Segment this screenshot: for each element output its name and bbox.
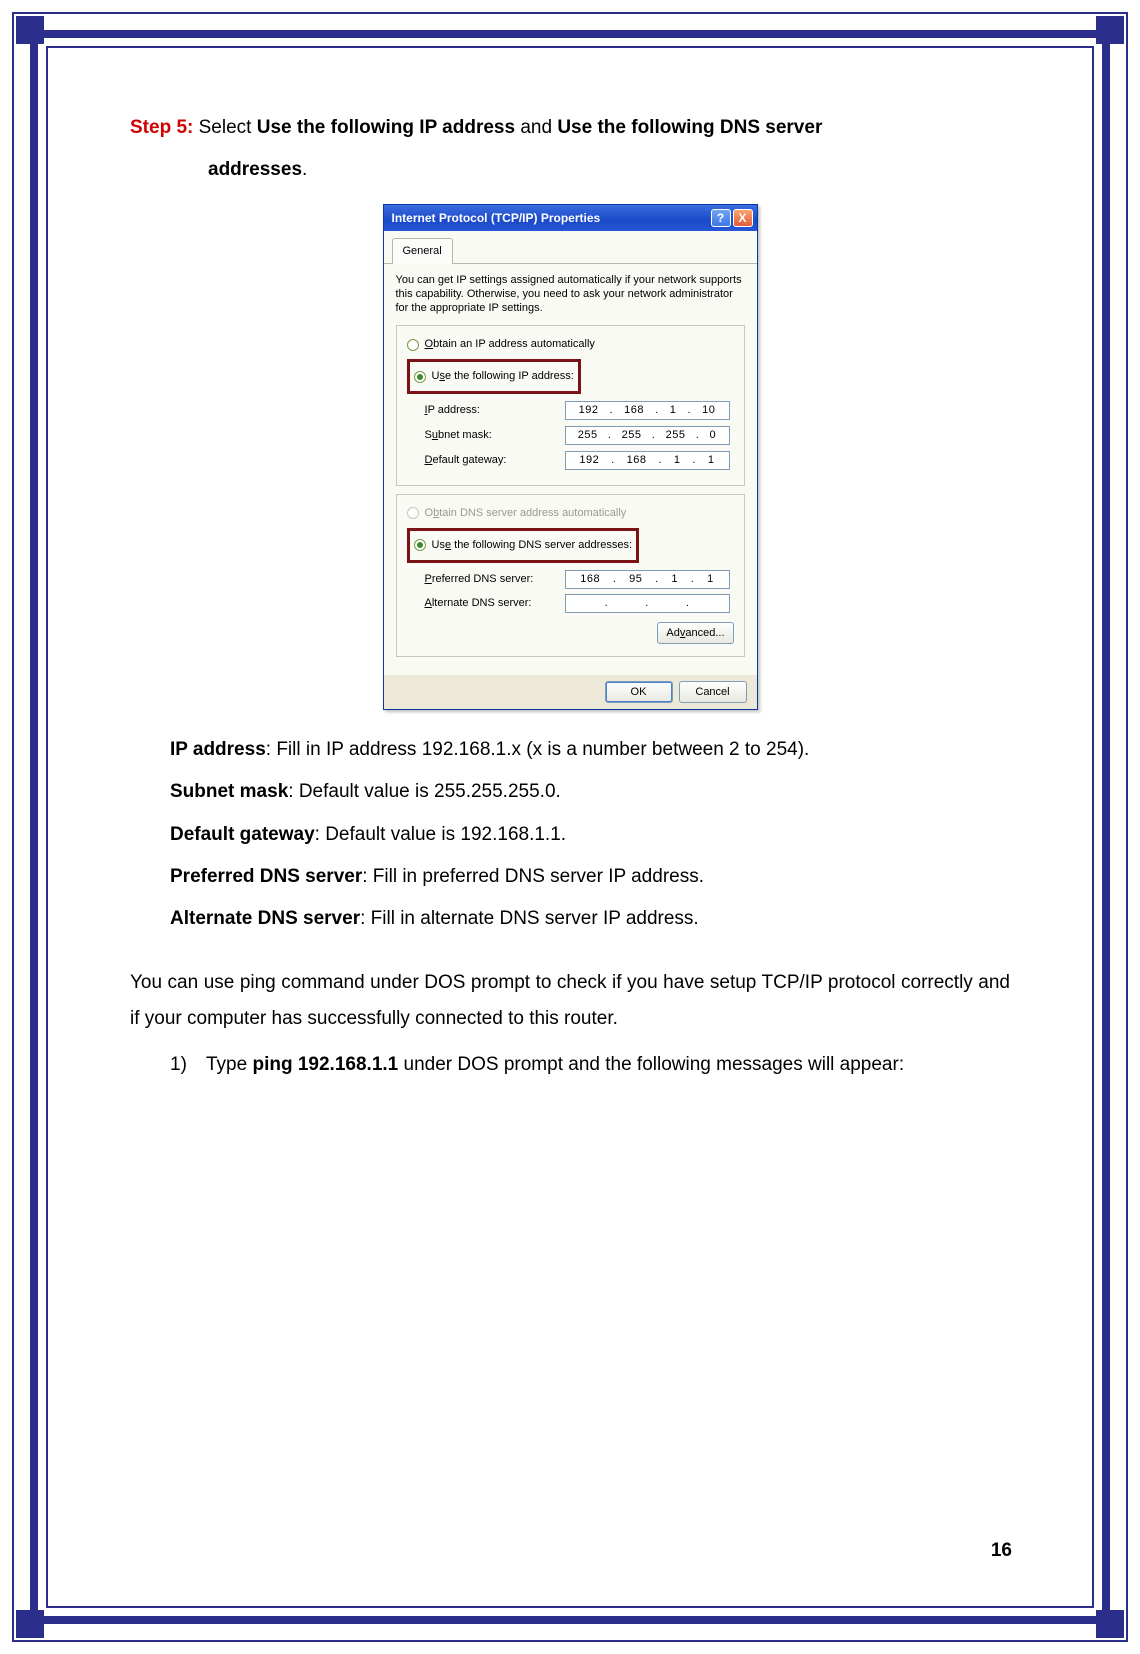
- ping-paragraph: You can use ping command under DOS promp…: [130, 965, 1010, 1037]
- field-descriptions: IP address: Fill in IP address 192.168.1…: [130, 732, 1010, 936]
- step-instruction: Step 5: Select Use the following IP addr…: [130, 110, 1010, 146]
- page-number: 16: [991, 1540, 1012, 1562]
- label-pref-dns: Preferred DNS server:: [425, 569, 565, 590]
- step-instruction-cont: addresses.: [130, 152, 1010, 188]
- alt-dns-input[interactable]: . . .: [565, 594, 730, 613]
- subnet-mask-input[interactable]: 255. 255. 255. 0: [565, 426, 730, 445]
- radio-obtain-dns-auto: Obtain DNS server address automatically: [407, 501, 734, 526]
- label-subnet-mask: Subnet mask:: [425, 425, 565, 446]
- highlight-use-ip: Use the following IP address:: [407, 359, 581, 394]
- radio-use-dns[interactable]: Use the following DNS server addresses:: [414, 533, 633, 558]
- step-label: Step 5:: [130, 117, 193, 138]
- corner-square: [16, 16, 44, 44]
- radio-label: Use the following DNS server addresses:: [432, 535, 633, 556]
- close-button[interactable]: X: [733, 209, 753, 227]
- help-button[interactable]: ?: [711, 209, 731, 227]
- corner-square: [16, 1610, 44, 1638]
- dialog-title: Internet Protocol (TCP/IP) Properties: [392, 207, 709, 230]
- tab-general[interactable]: General: [392, 238, 453, 264]
- corner-square: [1096, 1610, 1124, 1638]
- radio-icon: [407, 507, 419, 519]
- radio-use-ip[interactable]: Use the following IP address:: [414, 364, 574, 389]
- radio-icon: [414, 539, 426, 551]
- tcpip-properties-dialog: Internet Protocol (TCP/IP) Properties ? …: [383, 204, 758, 710]
- radio-icon: [414, 371, 426, 383]
- radio-icon: [407, 339, 419, 351]
- radio-obtain-ip-auto[interactable]: Obtain an IP address automatically: [407, 332, 734, 357]
- ip-address-input[interactable]: 192. 168. 1. 10: [565, 401, 730, 420]
- radio-label: Obtain DNS server address automatically: [425, 503, 627, 524]
- dialog-description: You can get IP settings assigned automat…: [396, 274, 745, 315]
- close-icon: X: [738, 207, 746, 230]
- advanced-button[interactable]: Advanced...: [657, 622, 733, 644]
- list-item: 1) Type ping 192.168.1.1 under DOS promp…: [170, 1047, 1010, 1083]
- page-content: Step 5: Select Use the following IP addr…: [130, 110, 1010, 1554]
- default-gateway-input[interactable]: 192. 168. 1. 1: [565, 451, 730, 470]
- pref-dns-input[interactable]: 168. 95. 1. 1: [565, 570, 730, 589]
- dialog-titlebar[interactable]: Internet Protocol (TCP/IP) Properties ? …: [384, 205, 757, 231]
- help-icon: ?: [717, 207, 724, 230]
- label-alt-dns: Alternate DNS server:: [425, 593, 565, 614]
- label-ip-address: IP address:: [425, 400, 565, 421]
- ok-button[interactable]: OK: [605, 681, 673, 703]
- dns-group: Obtain DNS server address automatically …: [396, 494, 745, 658]
- numbered-list: 1) Type ping 192.168.1.1 under DOS promp…: [130, 1047, 1010, 1083]
- radio-label: Obtain an IP address automatically: [425, 334, 595, 355]
- ip-group: Obtain an IP address automatically Use t…: [396, 325, 745, 485]
- list-number: 1): [170, 1047, 206, 1083]
- label-default-gateway: Default gateway:: [425, 450, 565, 471]
- corner-square: [1096, 16, 1124, 44]
- tab-strip: General: [384, 231, 757, 264]
- highlight-use-dns: Use the following DNS server addresses:: [407, 528, 640, 563]
- cancel-button[interactable]: Cancel: [679, 681, 747, 703]
- radio-label: Use the following IP address:: [432, 366, 574, 387]
- dialog-button-row: OK Cancel: [384, 675, 757, 709]
